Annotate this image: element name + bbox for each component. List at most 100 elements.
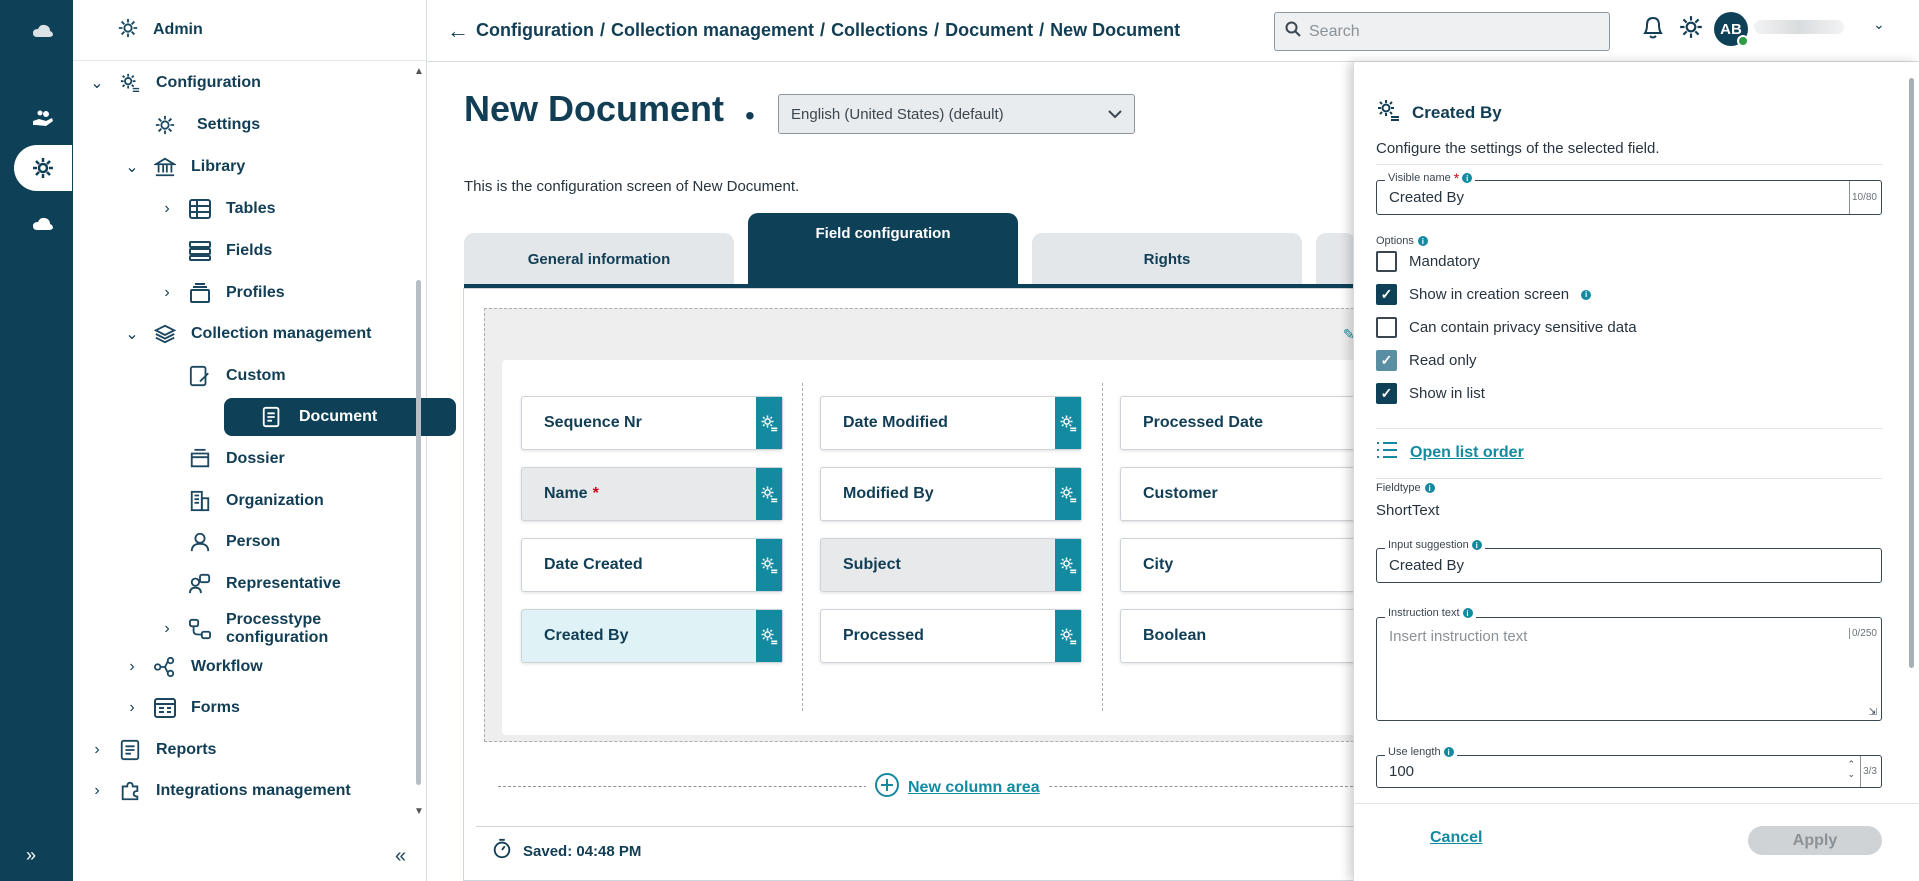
hand-coins-icon[interactable] bbox=[14, 96, 72, 142]
sidebar-item-representative[interactable]: Representative bbox=[188, 565, 341, 603]
sidebar-item-integrations-management[interactable]: › Integrations management bbox=[88, 772, 351, 810]
field-settings-gear-icon[interactable] bbox=[756, 610, 782, 662]
cancel-button[interactable]: Cancel bbox=[1430, 829, 1482, 847]
scroll-down-arrow-icon[interactable]: ▼ bbox=[414, 806, 424, 817]
sidebar-scrollbar[interactable] bbox=[416, 280, 421, 785]
info-icon[interactable]: i bbox=[1462, 608, 1473, 618]
chevron-down-icon[interactable]: ⌄ bbox=[88, 73, 106, 93]
sidebar-item-workflow[interactable]: › Workflow bbox=[123, 648, 263, 686]
sidebar-item-document[interactable]: Document bbox=[224, 398, 456, 436]
cloud-logo-icon[interactable] bbox=[14, 8, 72, 54]
info-icon[interactable]: i bbox=[1471, 540, 1482, 550]
resize-handle-icon[interactable]: ⇲ bbox=[1869, 707, 1877, 718]
blurred-username[interactable] bbox=[1754, 20, 1844, 34]
sidebar-item-dossier[interactable]: Dossier bbox=[188, 440, 285, 478]
panel-scrollbar[interactable] bbox=[1909, 78, 1914, 668]
tab-general-information[interactable]: General information bbox=[464, 233, 734, 285]
privacy-sensitive-checkbox[interactable] bbox=[1376, 317, 1397, 338]
field-settings-gear-icon[interactable] bbox=[1055, 397, 1081, 449]
cloud-sync-icon[interactable] bbox=[14, 201, 72, 247]
tab-field-configuration[interactable]: Field configuration bbox=[748, 213, 1018, 285]
breadcrumb-item[interactable]: Collection management bbox=[611, 20, 814, 40]
option-read-only[interactable]: ✓ Read only bbox=[1376, 350, 1477, 371]
field-card-sequence-nr[interactable]: Sequence Nr bbox=[521, 396, 783, 450]
show-in-creation-checkbox[interactable]: ✓ bbox=[1376, 284, 1397, 305]
sidebar-item-organization[interactable]: Organization bbox=[188, 482, 324, 520]
chevron-right-icon[interactable]: › bbox=[158, 200, 176, 218]
info-icon[interactable]: i bbox=[1417, 236, 1428, 246]
sidebar-item-reports[interactable]: › Reports bbox=[88, 731, 216, 769]
chevron-right-icon[interactable]: › bbox=[88, 741, 106, 759]
scroll-up-arrow-icon[interactable]: ▲ bbox=[414, 66, 424, 77]
chevron-down-icon[interactable]: ⌄ bbox=[123, 324, 141, 344]
back-arrow-icon[interactable]: ← bbox=[447, 18, 469, 44]
tab-more[interactable] bbox=[1316, 233, 1356, 285]
gear-icon[interactable] bbox=[1678, 14, 1704, 44]
sidebar-item-fields[interactable]: Fields bbox=[188, 232, 272, 270]
breadcrumb-item[interactable]: Configuration bbox=[476, 20, 594, 40]
option-show-in-creation-screen[interactable]: ✓ Show in creation screen i bbox=[1376, 284, 1592, 305]
field-card-date-created[interactable]: Date Created bbox=[521, 538, 783, 592]
tab-rights[interactable]: Rights bbox=[1032, 233, 1302, 285]
info-icon[interactable]: i bbox=[1424, 483, 1435, 493]
sidebar-item-person[interactable]: Person bbox=[188, 523, 280, 561]
chevron-right-icon[interactable]: › bbox=[123, 699, 141, 717]
sidebar-item-configuration[interactable]: ⌄ Configuration bbox=[88, 64, 261, 102]
language-select[interactable]: English (United States) (default) bbox=[778, 94, 1135, 134]
sidebar-item-processtype-configuration[interactable]: › Processtype configuration bbox=[158, 606, 328, 652]
chevron-down-icon[interactable]: ⌄ bbox=[123, 157, 141, 177]
sidebar-item-custom[interactable]: Custom bbox=[188, 357, 286, 395]
field-card-city[interactable]: City bbox=[1120, 538, 1360, 592]
field-settings-gear-icon[interactable] bbox=[756, 468, 782, 520]
breadcrumb-item[interactable]: Collections bbox=[831, 20, 928, 40]
option-privacy-sensitive[interactable]: Can contain privacy sensitive data bbox=[1376, 317, 1637, 338]
expand-rail-icon[interactable]: » bbox=[26, 845, 36, 866]
info-icon[interactable]: i bbox=[1462, 173, 1473, 183]
info-icon[interactable]: i bbox=[1581, 289, 1592, 300]
field-card-processed[interactable]: Processed bbox=[820, 609, 1082, 663]
bell-icon[interactable] bbox=[1641, 14, 1665, 44]
field-settings-gear-icon[interactable] bbox=[1055, 610, 1081, 662]
chevron-right-icon[interactable]: › bbox=[88, 782, 106, 800]
field-settings-gear-icon[interactable] bbox=[1055, 539, 1081, 591]
collapse-sidebar-icon[interactable]: « bbox=[395, 845, 406, 868]
breadcrumb-item[interactable]: Document bbox=[945, 20, 1033, 40]
open-list-order-link[interactable]: Open list order bbox=[1376, 441, 1524, 464]
stepper-arrows-icon[interactable]: ⌃ ⌄ bbox=[1847, 759, 1855, 779]
field-card-subject[interactable]: Subject bbox=[820, 538, 1082, 592]
use-length-field[interactable]: 100 ⌃ ⌄ 3/3 bbox=[1376, 755, 1882, 788]
field-card-name[interactable]: Name * bbox=[521, 467, 783, 521]
sidebar-item-settings[interactable]: Settings bbox=[153, 106, 260, 144]
field-card-date-modified[interactable]: Date Modified bbox=[820, 396, 1082, 450]
field-settings-gear-icon[interactable] bbox=[756, 397, 782, 449]
chevron-right-icon[interactable]: › bbox=[123, 658, 141, 676]
field-card-created-by[interactable]: Created By bbox=[521, 609, 783, 663]
search-input[interactable]: Search bbox=[1274, 12, 1610, 51]
field-settings-gear-icon[interactable] bbox=[1055, 468, 1081, 520]
sidebar-item-tables[interactable]: › Tables bbox=[158, 190, 276, 228]
instruction-text-area[interactable]: Insert instruction text 0/250 ⇲ bbox=[1376, 617, 1882, 721]
option-mandatory[interactable]: Mandatory bbox=[1376, 251, 1480, 272]
chevron-down-icon[interactable]: ⌄ bbox=[1873, 16, 1885, 33]
field-card-customer[interactable]: Customer bbox=[1120, 467, 1360, 521]
apply-button[interactable]: Apply bbox=[1748, 826, 1882, 855]
chevron-right-icon[interactable]: › bbox=[158, 284, 176, 302]
sidebar-item-forms[interactable]: › Forms bbox=[123, 689, 240, 727]
mandatory-checkbox[interactable] bbox=[1376, 251, 1397, 272]
sidebar-item-library[interactable]: ⌄ Library bbox=[123, 148, 245, 186]
field-settings-gear-icon[interactable] bbox=[756, 539, 782, 591]
avatar[interactable]: AB bbox=[1714, 12, 1749, 47]
read-only-checkbox[interactable]: ✓ bbox=[1376, 350, 1397, 371]
field-card-modified-by[interactable]: Modified By bbox=[820, 467, 1082, 521]
input-suggestion-field[interactable]: Created By bbox=[1376, 548, 1882, 583]
settings-gear-icon[interactable] bbox=[14, 145, 72, 191]
show-in-list-checkbox[interactable]: ✓ bbox=[1376, 383, 1397, 404]
sidebar-item-collection-management[interactable]: ⌄ Collection management bbox=[123, 315, 371, 353]
new-column-button[interactable]: New column area bbox=[866, 772, 1048, 803]
chevron-right-icon[interactable]: › bbox=[158, 620, 176, 638]
field-card-boolean[interactable]: Boolean bbox=[1120, 609, 1360, 663]
info-icon[interactable]: i bbox=[1443, 747, 1454, 757]
option-show-in-list[interactable]: ✓ Show in list bbox=[1376, 383, 1485, 404]
field-card-processed-date[interactable]: Processed Date bbox=[1120, 396, 1360, 450]
sidebar-item-profiles[interactable]: › Profiles bbox=[158, 274, 285, 312]
